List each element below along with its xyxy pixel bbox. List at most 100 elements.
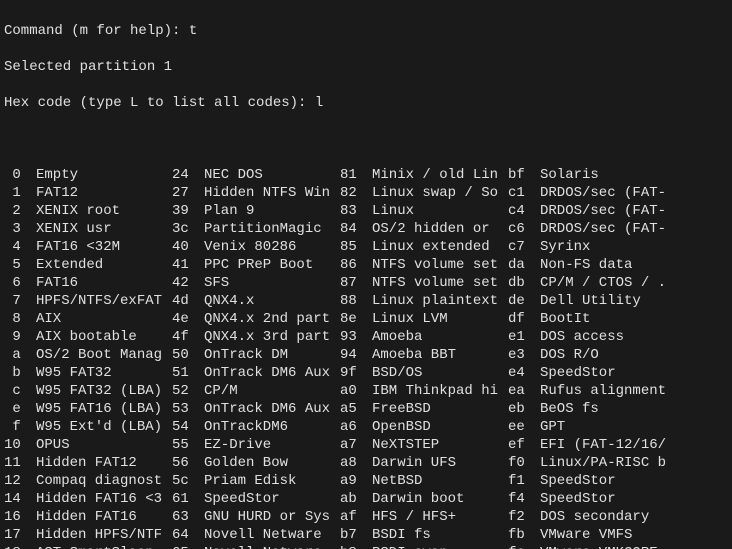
type-name: Linux xyxy=(372,202,508,220)
type-code: 84 xyxy=(340,220,372,238)
type-name: Amoeba BBT xyxy=(372,346,508,364)
terminal-output[interactable]: Command (m for help): t Selected partiti… xyxy=(0,0,732,549)
table-row: fW95 Ext'd (LBA)54OnTrackDM6a6OpenBSDeeG… xyxy=(4,418,728,436)
type-code: e4 xyxy=(508,364,540,382)
type-name: FAT16 <32M xyxy=(36,238,172,256)
type-code: 83 xyxy=(340,202,372,220)
table-row: cW95 FAT32 (LBA)52CP/Ma0IBM Thinkpad hie… xyxy=(4,382,728,400)
type-name: GPT xyxy=(540,418,728,436)
type-name: AST SmartSleep xyxy=(36,544,172,549)
table-row: 9AIX bootable4fQNX4.x 3rd part93Amoebae1… xyxy=(4,328,728,346)
type-code: 64 xyxy=(172,526,204,544)
type-code: f2 xyxy=(508,508,540,526)
type-name: OnTrack DM xyxy=(204,346,340,364)
table-row: 0Empty24NEC DOS81Minix / old LinbfSolari… xyxy=(4,166,728,184)
type-name: Hidden FAT12 xyxy=(36,454,172,472)
type-name: PPC PReP Boot xyxy=(204,256,340,274)
type-code: a6 xyxy=(340,418,372,436)
type-code: a9 xyxy=(340,472,372,490)
type-name: EFI (FAT-12/16/ xyxy=(540,436,728,454)
type-code: c xyxy=(4,382,36,400)
type-code: ee xyxy=(508,418,540,436)
type-name: AIX xyxy=(36,310,172,328)
type-code: 10 xyxy=(4,436,36,454)
type-code: 4 xyxy=(4,238,36,256)
type-code: 4e xyxy=(172,310,204,328)
type-name: CP/M / CTOS / . xyxy=(540,274,728,292)
type-code: 42 xyxy=(172,274,204,292)
type-code: 24 xyxy=(172,166,204,184)
type-code: 3 xyxy=(4,220,36,238)
type-code: fb xyxy=(508,526,540,544)
type-code: da xyxy=(508,256,540,274)
partition-type-table: 0Empty24NEC DOS81Minix / old LinbfSolari… xyxy=(4,166,728,549)
type-name: EZ-Drive xyxy=(204,436,340,454)
type-name: SpeedStor xyxy=(204,490,340,508)
type-name: FreeBSD xyxy=(372,400,508,418)
type-name: NTFS volume set xyxy=(372,256,508,274)
type-name: Amoeba xyxy=(372,328,508,346)
type-code: 93 xyxy=(340,328,372,346)
hexcode-input: l xyxy=(315,95,323,111)
table-row: 16Hidden FAT1663GNU HURD or SysafHFS / H… xyxy=(4,508,728,526)
type-code: a7 xyxy=(340,436,372,454)
type-code: 82 xyxy=(340,184,372,202)
type-name: Hidden FAT16 xyxy=(36,508,172,526)
type-name: Priam Edisk xyxy=(204,472,340,490)
type-code: 8 xyxy=(4,310,36,328)
type-name: Syrinx xyxy=(540,238,728,256)
type-name: Linux plaintext xyxy=(372,292,508,310)
type-name: Hidden HPFS/NTF xyxy=(36,526,172,544)
type-name: CP/M xyxy=(204,382,340,400)
type-name: DRDOS/sec (FAT- xyxy=(540,202,728,220)
type-code: e xyxy=(4,400,36,418)
type-code: bf xyxy=(508,166,540,184)
table-row: eW95 FAT16 (LBA)53OnTrack DM6 Auxa5FreeB… xyxy=(4,400,728,418)
type-name: Darwin UFS xyxy=(372,454,508,472)
type-code: f xyxy=(4,418,36,436)
type-code: 7 xyxy=(4,292,36,310)
type-name: Linux LVM xyxy=(372,310,508,328)
type-code: 85 xyxy=(340,238,372,256)
type-name: HFS / HFS+ xyxy=(372,508,508,526)
type-code: 55 xyxy=(172,436,204,454)
type-code: 94 xyxy=(340,346,372,364)
type-name: Plan 9 xyxy=(204,202,340,220)
hexcode-prompt-line: Hex code (type L to list all codes): l xyxy=(4,94,728,112)
type-code: c4 xyxy=(508,202,540,220)
type-code: e1 xyxy=(508,328,540,346)
type-name: SFS xyxy=(204,274,340,292)
type-name: QNX4.x xyxy=(204,292,340,310)
type-name: Dell Utility xyxy=(540,292,728,310)
type-code: 8e xyxy=(340,310,372,328)
type-code: b xyxy=(4,364,36,382)
type-code: a0 xyxy=(340,382,372,400)
type-code: 17 xyxy=(4,526,36,544)
type-name: DOS R/O xyxy=(540,346,728,364)
type-name: QNX4.x 3rd part xyxy=(204,328,340,346)
table-row: 10OPUS55EZ-Drivea7NeXTSTEPefEFI (FAT-12/… xyxy=(4,436,728,454)
table-row: 2XENIX root39Plan 983Linuxc4DRDOS/sec (F… xyxy=(4,202,728,220)
type-name: BSD/OS xyxy=(372,364,508,382)
type-code: 86 xyxy=(340,256,372,274)
type-code: eb xyxy=(508,400,540,418)
type-name: Hidden NTFS Win xyxy=(204,184,340,202)
type-code: c1 xyxy=(508,184,540,202)
type-code: 9 xyxy=(4,328,36,346)
type-code: df xyxy=(508,310,540,328)
type-code: 6 xyxy=(4,274,36,292)
table-row: bW95 FAT3251OnTrack DM6 Aux9fBSD/OSe4Spe… xyxy=(4,364,728,382)
type-name: BSDI swap xyxy=(372,544,508,549)
type-name: XENIX root xyxy=(36,202,172,220)
command-prompt-line: Command (m for help): t xyxy=(4,22,728,40)
type-code: 41 xyxy=(172,256,204,274)
type-name: DOS secondary xyxy=(540,508,728,526)
type-code: 88 xyxy=(340,292,372,310)
type-name: Hidden FAT16 <3 xyxy=(36,490,172,508)
table-row: 1FAT1227Hidden NTFS Win82Linux swap / So… xyxy=(4,184,728,202)
type-name: BSDI fs xyxy=(372,526,508,544)
table-row: aOS/2 Boot Manag50OnTrack DM94Amoeba BBT… xyxy=(4,346,728,364)
type-code: fc xyxy=(508,544,540,549)
type-name: W95 FAT32 (LBA) xyxy=(36,382,172,400)
type-name: Rufus alignment xyxy=(540,382,728,400)
